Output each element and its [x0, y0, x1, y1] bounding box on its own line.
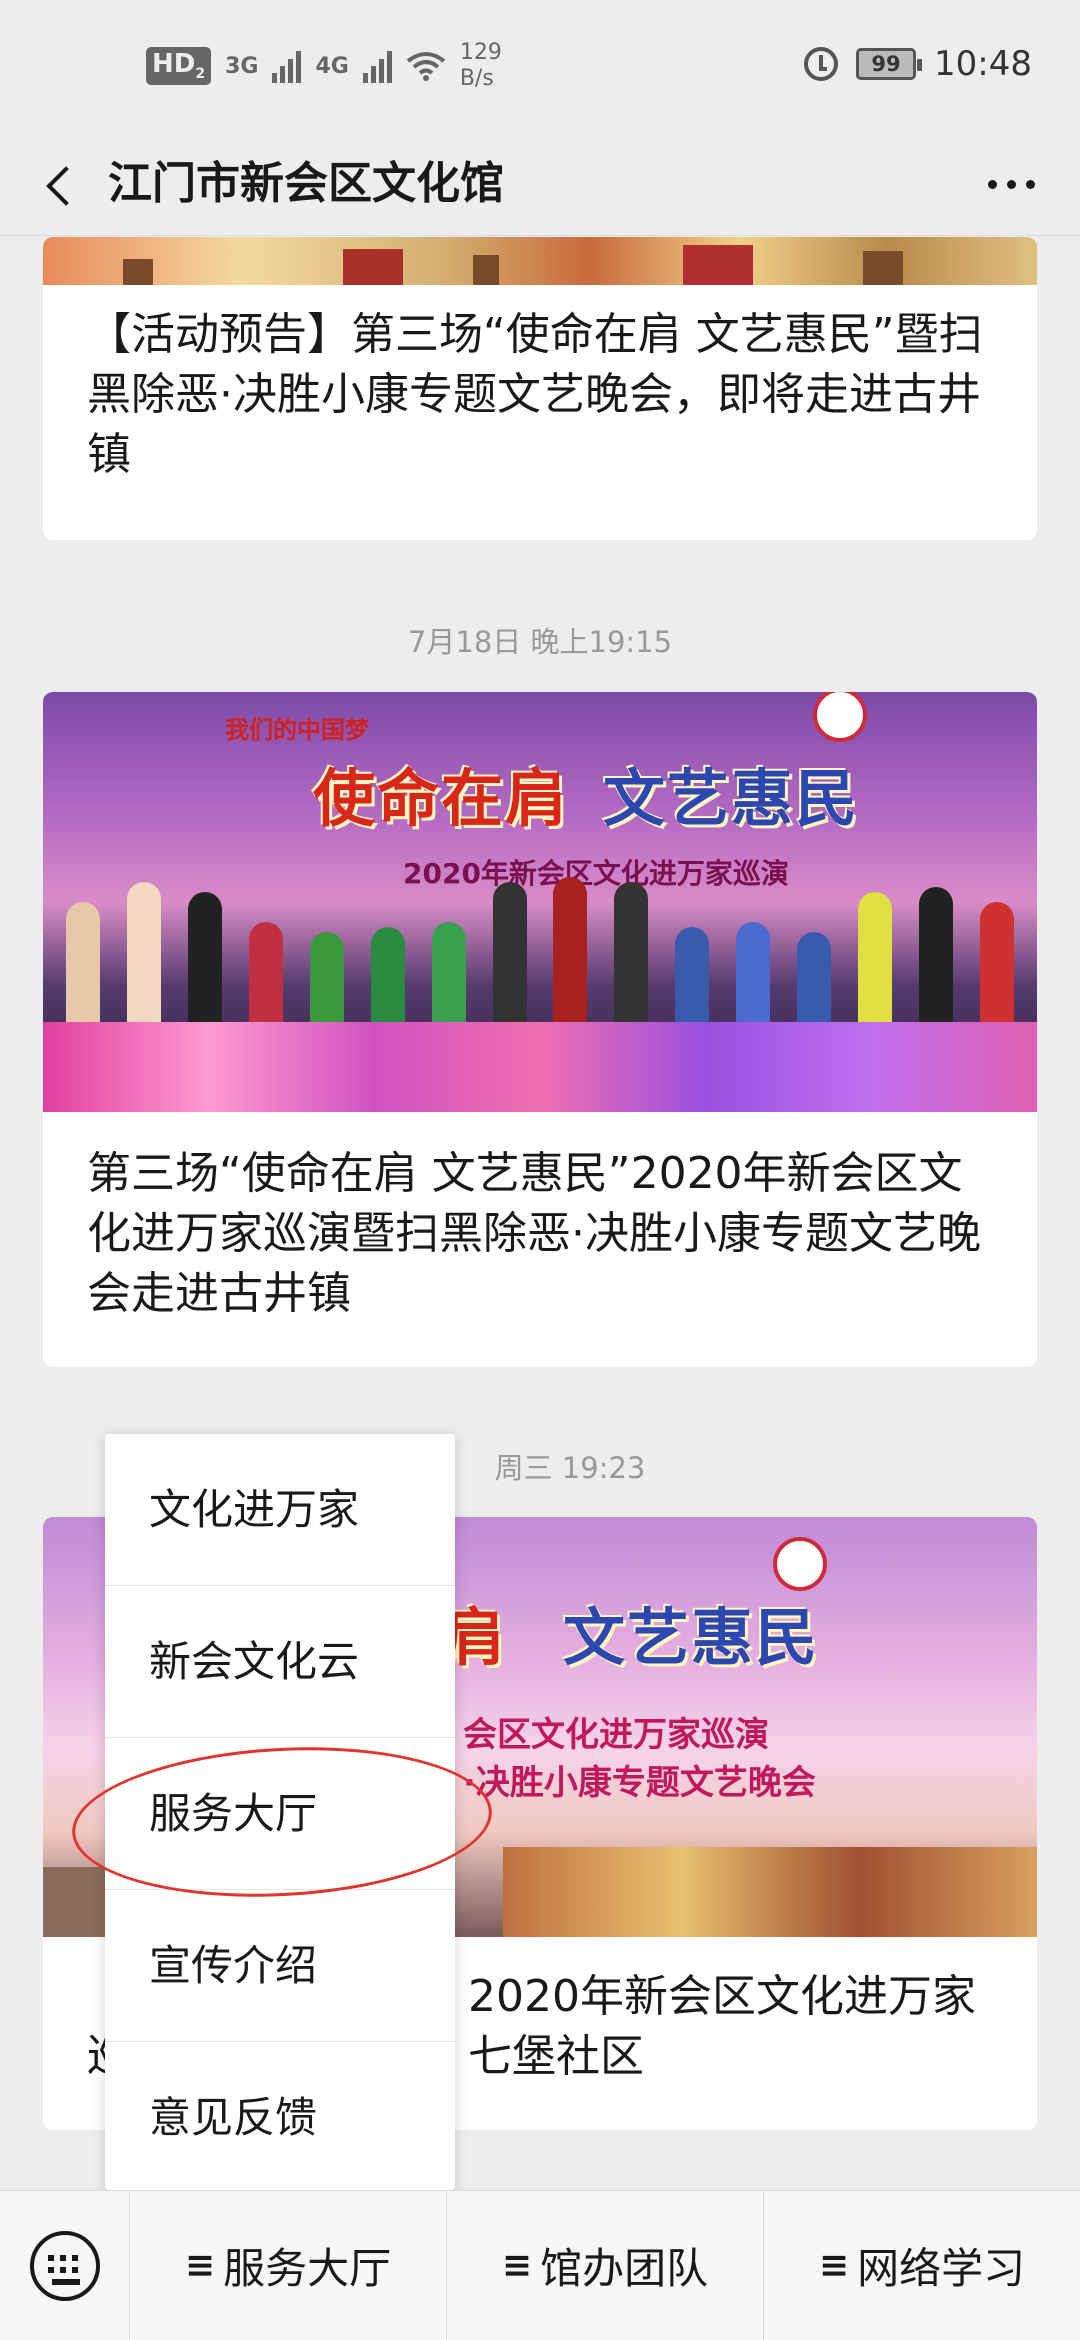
article-2-title[interactable]: 第三场“使命在肩 文艺惠民”2020年新会区文化进万家巡演暨扫黑除恶·决胜小康专…: [43, 1112, 1037, 1324]
hd-badge: HD2: [146, 47, 212, 85]
keyboard-toggle-button[interactable]: [0, 2190, 130, 2340]
banner3-slogan-b: 文艺惠民: [563, 1601, 820, 1674]
menu-item-culture[interactable]: 文化进万家: [105, 1434, 455, 1586]
signal-2-icon: [362, 49, 392, 83]
bottom-menu-label: 服务大厅: [223, 2244, 392, 2293]
status-time: 10:48: [934, 44, 1032, 84]
architecture-illustration: [503, 1847, 1037, 1937]
banner3-subtitle-2: ·决胜小康专题文艺晚会: [463, 1763, 816, 1803]
battery-icon: 99: [856, 48, 923, 80]
alarm-icon: [804, 47, 839, 81]
bottom-menu-team[interactable]: ≡ 馆办团队: [447, 2190, 764, 2340]
logo-icon-2: [773, 1537, 827, 1591]
logo-icon: [813, 692, 867, 742]
bottom-menu-label: 馆办团队: [540, 2244, 709, 2293]
article-1-banner-strip: [43, 237, 1037, 285]
bottom-menu-label: 网络学习: [857, 2244, 1026, 2293]
wifi-icon: [406, 52, 446, 81]
bottom-menu-service-hall[interactable]: ≡ 服务大厅: [130, 2190, 447, 2340]
signal-1-label: 3G: [225, 53, 259, 79]
status-bar: HD2 3G 4G 129 B/s 99 10:48: [0, 0, 1080, 132]
signal-2-label: 4G: [315, 53, 349, 79]
popup-submenu: 文化进万家 新会文化云 服务大厅 宣传介绍 意见反馈: [105, 1434, 455, 2190]
menu-item-introduction[interactable]: 宣传介绍: [105, 1890, 455, 2042]
signal-1-icon: [272, 49, 302, 83]
back-arrow-icon[interactable]: [38, 154, 98, 214]
more-options-icon[interactable]: [976, 156, 1046, 212]
menu-lines-icon: ≡: [818, 2245, 850, 2286]
nav-bar: 江门市新会区文化馆: [0, 132, 1080, 236]
bottom-menu-online-learning[interactable]: ≡ 网络学习: [764, 2191, 1080, 2340]
banner-slogan-b: 文艺惠民: [603, 762, 860, 835]
menu-lines-icon: ≡: [501, 2245, 533, 2286]
keyboard-icon: [29, 2230, 100, 2301]
article-1-title[interactable]: 【活动预告】第三场“使命在肩 文艺惠民”暨扫黑除恶·决胜小康专题文艺晚会，即将走…: [43, 285, 1037, 485]
banner-slogan-a: 使命在肩: [313, 762, 570, 835]
article-3-title-line1: 2020年新会区文化进万家: [468, 1971, 976, 2022]
page-title: 江门市新会区文化馆: [108, 158, 504, 209]
bottom-menu-bar: ≡ 服务大厅 ≡ 馆办团队 ≡ 网络学习: [0, 2190, 1080, 2340]
status-left: HD2 3G 4G 129 B/s: [146, 40, 502, 92]
banner3-subtitle-1: 会区文化进万家巡演: [463, 1715, 769, 1755]
article-card-2[interactable]: 我们的中国梦 使命在肩 文艺惠民 2020年新会区文化进万家巡演 第三场“使命在…: [43, 692, 1037, 1367]
banner-top-left-text: 我们的中国梦: [225, 716, 369, 744]
article-3-title-line2: 七堡社区: [468, 2031, 644, 2082]
menu-item-service-hall[interactable]: 服务大厅: [105, 1738, 455, 1890]
menu-item-feedback[interactable]: 意见反馈: [105, 2042, 455, 2194]
menu-lines-icon: ≡: [184, 2245, 216, 2286]
article-card-1[interactable]: 【活动预告】第三场“使命在肩 文艺惠民”暨扫黑除恶·决胜小康专题文艺晚会，即将走…: [43, 237, 1037, 540]
status-right: 99 10:48: [804, 44, 1032, 84]
menu-item-culture-cloud[interactable]: 新会文化云: [105, 1586, 455, 1738]
timestamp-2: 7月18日 晚上19:15: [407, 625, 673, 659]
article-2-cover-image: 我们的中国梦 使命在肩 文艺惠民 2020年新会区文化进万家巡演: [43, 692, 1037, 1112]
stage-fabric: [43, 1022, 1037, 1112]
network-speed: 129 B/s: [459, 40, 502, 91]
